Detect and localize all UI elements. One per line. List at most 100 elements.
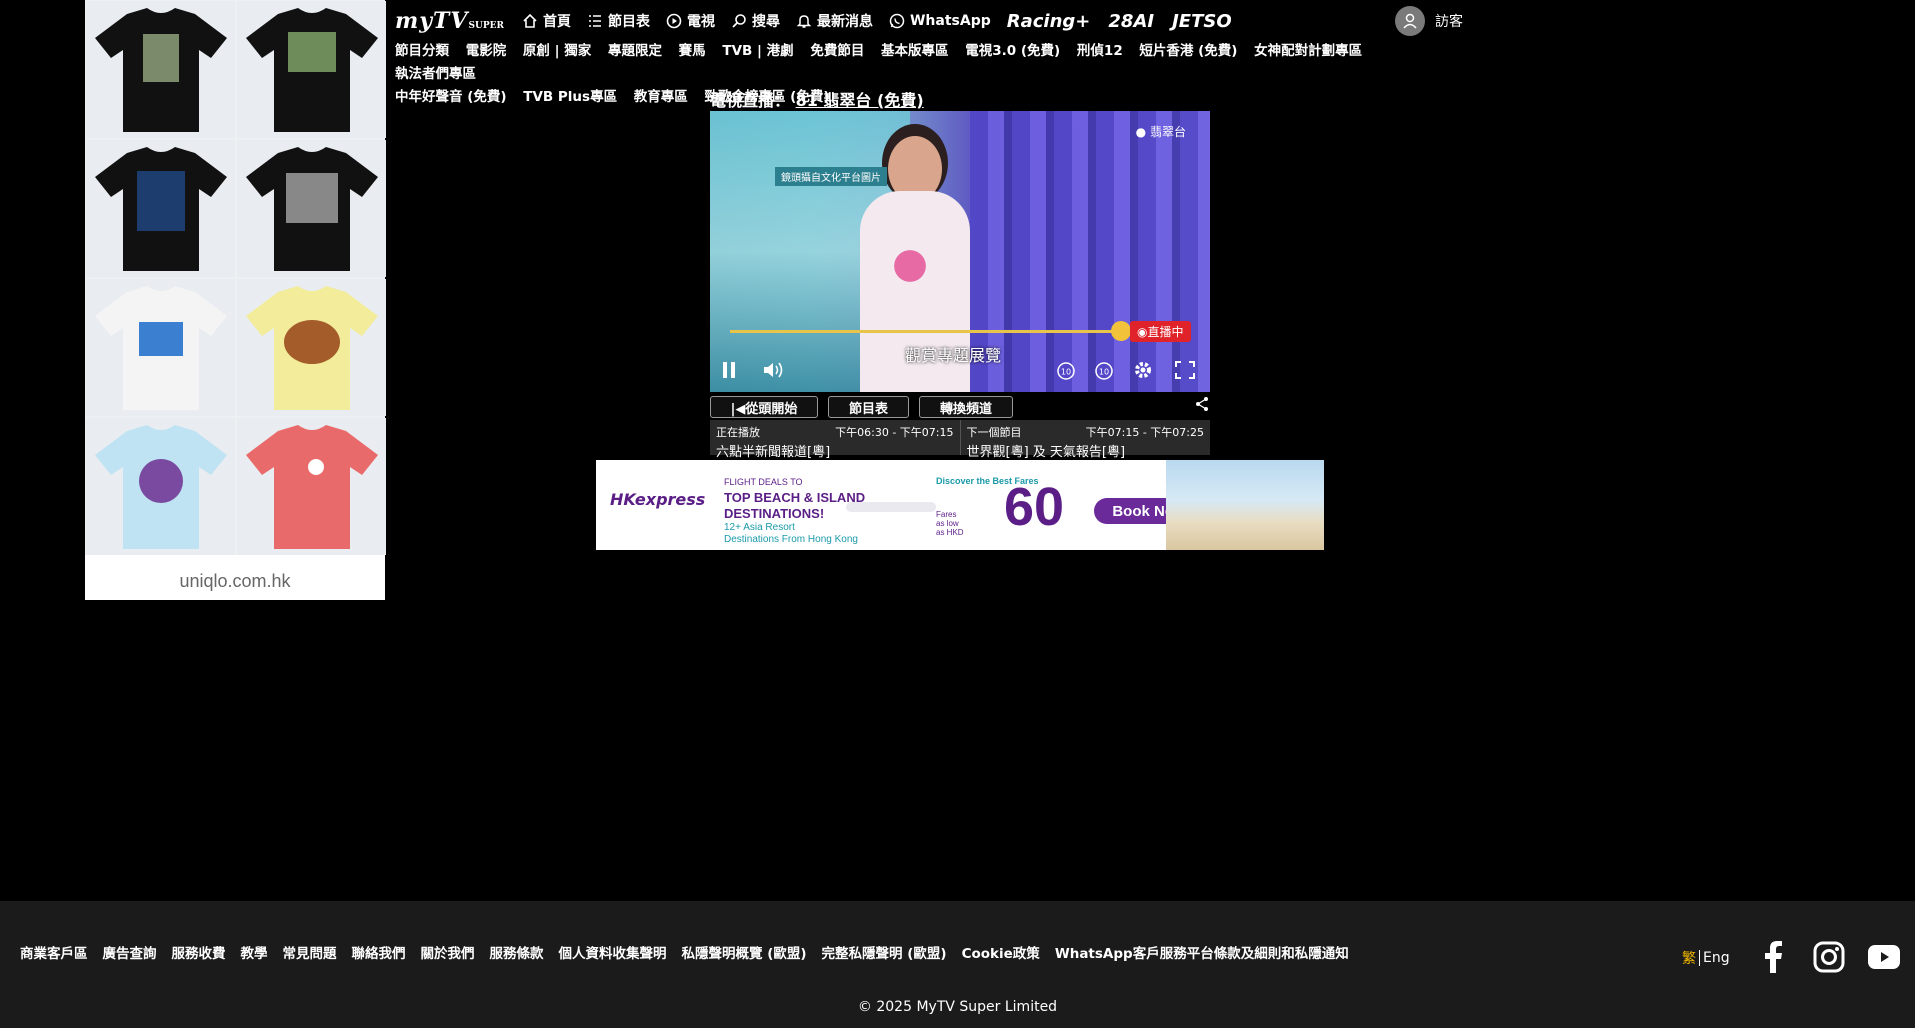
live-badge[interactable]: ◉直播中 <box>1130 321 1191 342</box>
nav-news[interactable]: 最新消息 <box>796 11 873 31</box>
rewind-10-icon[interactable]: 10 <box>1055 360 1077 386</box>
product-tile[interactable] <box>237 140 386 277</box>
footer: 商業客戶區 廣告查詢 服務收費 教學 常見問題 聯絡我們 關於我們 服務條款 個… <box>0 901 1915 1028</box>
live-title: 電視直播： 81 翡翠台 (免費) <box>710 87 924 111</box>
settings-gear-icon[interactable] <box>1133 360 1153 384</box>
now-program: 六點半新聞報道[粵] <box>716 445 831 460</box>
mytv-super-logo[interactable]: myTVSUPER <box>395 8 504 34</box>
watermark-globe-icon: ● <box>1135 125 1147 139</box>
nav-home[interactable]: 首頁 <box>522 11 571 31</box>
fullscreen-icon[interactable] <box>1174 360 1196 384</box>
nav-home-label: 首頁 <box>542 14 571 30</box>
svg-text:10: 10 <box>1061 368 1071 377</box>
onscreen-caption: 鏡頭攝自文化平台圖片 <box>775 167 887 186</box>
ad-domain[interactable]: uniqlo.com.hk <box>85 571 385 592</box>
category-link[interactable]: 女神配對計劃專區 <box>1254 43 1362 59</box>
avatar[interactable] <box>1395 6 1425 36</box>
category-link[interactable]: 電影院 <box>466 43 507 59</box>
schedule-button[interactable]: 節目表 <box>828 396 909 418</box>
instagram-icon[interactable] <box>1813 941 1845 977</box>
category-link[interactable]: 專題限定 <box>608 43 662 59</box>
category-link[interactable]: 賽馬 <box>679 43 706 59</box>
share-icon[interactable] <box>1194 396 1210 416</box>
category-link[interactable]: 教育專區 <box>634 89 688 105</box>
tshirt-black-icon <box>245 7 378 132</box>
youtube-icon[interactable] <box>1868 945 1900 973</box>
lang-en[interactable]: Eng <box>1703 950 1730 966</box>
lang-zh[interactable]: 繁 <box>1682 948 1696 968</box>
category-link[interactable]: 執法者們專區 <box>395 66 476 82</box>
nav-search[interactable]: 搜尋 <box>731 11 780 31</box>
logo-main: myTV <box>395 8 469 34</box>
product-tile[interactable] <box>86 1 235 138</box>
footer-link[interactable]: 服務條款 <box>490 942 544 962</box>
category-link[interactable]: 免費節目 <box>810 43 864 59</box>
nav-tv[interactable]: 電視 <box>666 11 715 31</box>
footer-link[interactable]: 廣告查詢 <box>103 942 157 962</box>
footer-link[interactable]: 聯絡我們 <box>352 942 406 962</box>
footer-link[interactable]: 教學 <box>241 942 268 962</box>
jetso-logo[interactable]: JETSO <box>1172 11 1232 32</box>
whatsapp-icon <box>889 13 905 29</box>
category-link[interactable]: 刑偵12 <box>1077 43 1123 59</box>
footer-link[interactable]: Cookie政策 <box>962 942 1040 962</box>
nav-whatsapp[interactable]: WhatsApp <box>889 13 991 29</box>
category-link[interactable]: 中年好聲音 (免費) <box>395 89 507 105</box>
footer-link[interactable]: 常見問題 <box>283 942 337 962</box>
category-link[interactable]: 短片香港 (免費) <box>1139 43 1237 59</box>
product-tile[interactable] <box>237 418 386 555</box>
footer-link[interactable]: 服務收費 <box>172 942 226 962</box>
volume-icon[interactable] <box>762 360 786 384</box>
tshirt-white-icon <box>94 285 227 410</box>
footer-link[interactable]: 完整私隱聲明 (歐盟) <box>822 942 947 962</box>
category-link[interactable]: 電視3.0 (免費) <box>965 43 1060 59</box>
product-tile[interactable] <box>237 1 386 138</box>
nav-schedule-label: 節目表 <box>607 14 650 30</box>
next-program[interactable]: 下一個節目 下午07:15 - 下午07:25 世界觀[粵] 及 天氣報告[粵] <box>959 420 1211 460</box>
progress-knob[interactable] <box>1111 321 1131 341</box>
product-tile[interactable] <box>237 279 386 416</box>
svg-text:10: 10 <box>1099 368 1109 377</box>
language-switch: 繁 Eng <box>1682 948 1730 968</box>
banner-line1: FLIGHT DEALS TO <box>724 477 803 487</box>
progress-bar[interactable] <box>730 330 1120 333</box>
left-ad-uniqlo[interactable]: ⓘ ⋮ uniqlo.com.hk <box>85 0 386 600</box>
channel-watermark: ● 翡翠台 <box>1136 123 1186 140</box>
top-nav: myTVSUPER 首頁 節目表 電視 搜尋 最新消息 WhatsApp Rac… <box>395 6 1915 36</box>
28ai-logo[interactable]: 28AI <box>1108 11 1154 32</box>
switch-channel-button[interactable]: 轉換頻道 <box>919 396 1013 418</box>
nav-schedule[interactable]: 節目表 <box>587 11 650 31</box>
restart-button[interactable]: |◀從頭開始 <box>710 396 818 418</box>
category-link[interactable]: TVB Plus專區 <box>523 89 617 105</box>
footer-link[interactable]: 商業客戶區 <box>20 942 88 962</box>
user-menu[interactable]: 訪客 <box>1395 6 1463 36</box>
category-link[interactable]: 節目分類 <box>395 43 449 59</box>
footer-link[interactable]: WhatsApp客戶服務平台條款及細則和私隱通知 <box>1055 942 1349 962</box>
price-value: 60 <box>1004 477 1065 537</box>
now-time: 下午06:30 - 下午07:15 <box>835 426 954 439</box>
nav-whatsapp-label: WhatsApp <box>909 13 991 29</box>
pause-icon[interactable] <box>720 360 738 384</box>
banner-ad-hkexpress[interactable]: HKexpress FLIGHT DEALS TO TOP BEACH & IS… <box>596 460 1324 550</box>
facebook-icon[interactable] <box>1762 941 1784 977</box>
product-tile[interactable] <box>86 279 235 416</box>
copyright: © 2025 MyTV Super Limited <box>857 999 1058 1015</box>
now-playing[interactable]: 正在播放 下午06:30 - 下午07:15 六點半新聞報道[粵] <box>710 420 960 460</box>
tshirt-lightblue-icon <box>94 424 227 549</box>
banner-line5: Destinations From Hong Kong <box>724 534 858 545</box>
footer-link[interactable]: 私隱聲明概覽 (歐盟) <box>682 942 807 962</box>
video-player[interactable]: 鏡頭攝自文化平台圖片 ● 翡翠台 觀賞專題展覽 ◉直播中 10 10 <box>710 111 1210 392</box>
category-link[interactable]: 原創 | 獨家 <box>523 43 591 59</box>
category-link[interactable]: TVB | 港劇 <box>722 43 793 59</box>
footer-link[interactable]: 個人資料收集聲明 <box>559 942 667 962</box>
nav-search-label: 搜尋 <box>751 14 780 30</box>
list-icon <box>587 13 603 29</box>
product-tile[interactable] <box>86 140 235 277</box>
channel-link[interactable]: 81 翡翠台 (免費) <box>796 91 924 110</box>
user-icon <box>1403 13 1417 29</box>
forward-10-icon[interactable]: 10 <box>1093 360 1115 386</box>
product-tile[interactable] <box>86 418 235 555</box>
category-link[interactable]: 基本版專區 <box>881 43 949 59</box>
footer-link[interactable]: 關於我們 <box>421 942 475 962</box>
racing-plus-logo[interactable]: Racing+ <box>1007 11 1091 32</box>
